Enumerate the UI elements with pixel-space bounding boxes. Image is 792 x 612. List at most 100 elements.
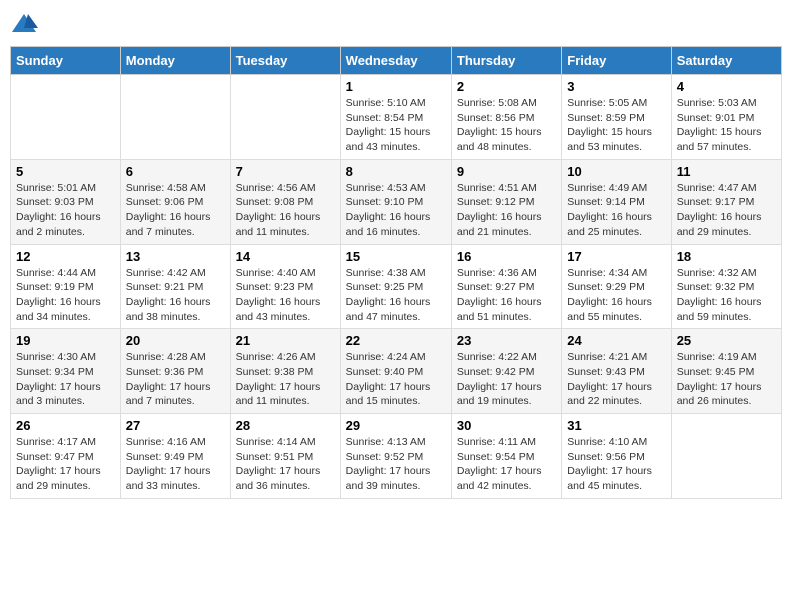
day-number: 14: [236, 249, 335, 264]
calendar-cell: 8 Sunrise: 4:53 AM Sunset: 9:10 PM Daylig…: [340, 159, 451, 244]
calendar-cell: 25 Sunrise: 4:19 AM Sunset: 9:45 PM Dayli…: [671, 329, 781, 414]
day-info: Sunrise: 5:05 AM Sunset: 8:59 PM Dayligh…: [567, 96, 665, 155]
day-info: Sunrise: 4:58 AM Sunset: 9:06 PM Dayligh…: [126, 181, 225, 240]
day-info: Sunrise: 4:30 AM Sunset: 9:34 PM Dayligh…: [16, 350, 115, 409]
calendar-cell: 5 Sunrise: 5:01 AM Sunset: 9:03 PM Daylig…: [11, 159, 121, 244]
day-info: Sunrise: 4:40 AM Sunset: 9:23 PM Dayligh…: [236, 266, 335, 325]
day-info: Sunrise: 4:44 AM Sunset: 9:19 PM Dayligh…: [16, 266, 115, 325]
calendar-header-row: SundayMondayTuesdayWednesdayThursdayFrid…: [11, 47, 782, 75]
calendar-cell: 26Sunrise: 4:17 AM Sunset: 9:47 PM Dayli…: [11, 414, 121, 499]
day-number: 16: [457, 249, 556, 264]
day-info: Sunrise: 4:14 AM Sunset: 9:51 PM Dayligh…: [236, 435, 335, 494]
day-info: Sunrise: 4:42 AM Sunset: 9:21 PM Dayligh…: [126, 266, 225, 325]
day-number: 27: [126, 418, 225, 433]
day-number: 21: [236, 333, 335, 348]
calendar-week-row: 26Sunrise: 4:17 AM Sunset: 9:47 PM Dayli…: [11, 414, 782, 499]
day-info: Sunrise: 4:56 AM Sunset: 9:08 PM Dayligh…: [236, 181, 335, 240]
day-info: Sunrise: 4:19 AM Sunset: 9:45 PM Dayligh…: [677, 350, 776, 409]
day-number: 30: [457, 418, 556, 433]
day-info: Sunrise: 4:38 AM Sunset: 9:25 PM Dayligh…: [346, 266, 446, 325]
day-info: Sunrise: 4:47 AM Sunset: 9:17 PM Dayligh…: [677, 181, 776, 240]
calendar-cell: 12 Sunrise: 4:44 AM Sunset: 9:19 PM Dayli…: [11, 244, 121, 329]
day-info: Sunrise: 4:26 AM Sunset: 9:38 PM Dayligh…: [236, 350, 335, 409]
calendar-cell: 7 Sunrise: 4:56 AM Sunset: 9:08 PM Daylig…: [230, 159, 340, 244]
day-number: 6: [126, 164, 225, 179]
calendar-week-row: 12 Sunrise: 4:44 AM Sunset: 9:19 PM Dayli…: [11, 244, 782, 329]
weekday-header: Tuesday: [230, 47, 340, 75]
calendar-cell: 22 Sunrise: 4:24 AM Sunset: 9:40 PM Dayli…: [340, 329, 451, 414]
day-info: Sunrise: 5:10 AM Sunset: 8:54 PM Dayligh…: [346, 96, 446, 155]
calendar-cell: 21 Sunrise: 4:26 AM Sunset: 9:38 PM Dayli…: [230, 329, 340, 414]
day-info: Sunrise: 4:17 AM Sunset: 9:47 PM Dayligh…: [16, 435, 115, 494]
day-info: Sunrise: 5:08 AM Sunset: 8:56 PM Dayligh…: [457, 96, 556, 155]
day-number: 9: [457, 164, 556, 179]
day-number: 8: [346, 164, 446, 179]
calendar-cell: 27 Sunrise: 4:16 AM Sunset: 9:49 PM Dayli…: [120, 414, 230, 499]
calendar-cell: 24 Sunrise: 4:21 AM Sunset: 9:43 PM Dayli…: [562, 329, 671, 414]
calendar-cell: 19 Sunrise: 4:30 AM Sunset: 9:34 PM Dayli…: [11, 329, 121, 414]
day-info: Sunrise: 4:32 AM Sunset: 9:32 PM Dayligh…: [677, 266, 776, 325]
calendar-cell: 28Sunrise: 4:14 AM Sunset: 9:51 PM Dayli…: [230, 414, 340, 499]
calendar-cell: 10 Sunrise: 4:49 AM Sunset: 9:14 PM Dayli…: [562, 159, 671, 244]
calendar-cell: [120, 75, 230, 160]
day-number: 7: [236, 164, 335, 179]
day-info: Sunrise: 4:53 AM Sunset: 9:10 PM Dayligh…: [346, 181, 446, 240]
day-info: Sunrise: 5:03 AM Sunset: 9:01 PM Dayligh…: [677, 96, 776, 155]
day-number: 24: [567, 333, 665, 348]
calendar-cell: 23Sunrise: 4:22 AM Sunset: 9:42 PM Dayli…: [451, 329, 561, 414]
calendar-body: 1 Sunrise: 5:10 AM Sunset: 8:54 PM Daylig…: [11, 75, 782, 499]
calendar-cell: 9Sunrise: 4:51 AM Sunset: 9:12 PM Daylig…: [451, 159, 561, 244]
weekday-header: Sunday: [11, 47, 121, 75]
day-number: 11: [677, 164, 776, 179]
day-info: Sunrise: 4:21 AM Sunset: 9:43 PM Dayligh…: [567, 350, 665, 409]
calendar-cell: 15Sunrise: 4:38 AM Sunset: 9:25 PM Dayli…: [340, 244, 451, 329]
day-info: Sunrise: 4:11 AM Sunset: 9:54 PM Dayligh…: [457, 435, 556, 494]
day-info: Sunrise: 5:01 AM Sunset: 9:03 PM Dayligh…: [16, 181, 115, 240]
day-info: Sunrise: 4:16 AM Sunset: 9:49 PM Dayligh…: [126, 435, 225, 494]
calendar-cell: 11 Sunrise: 4:47 AM Sunset: 9:17 PM Dayli…: [671, 159, 781, 244]
day-number: 3: [567, 79, 665, 94]
calendar-cell: [11, 75, 121, 160]
day-info: Sunrise: 4:28 AM Sunset: 9:36 PM Dayligh…: [126, 350, 225, 409]
day-number: 29: [346, 418, 446, 433]
calendar-cell: 1 Sunrise: 5:10 AM Sunset: 8:54 PM Daylig…: [340, 75, 451, 160]
day-number: 31: [567, 418, 665, 433]
page-header: [10, 10, 782, 38]
day-info: Sunrise: 4:22 AM Sunset: 9:42 PM Dayligh…: [457, 350, 556, 409]
day-number: 19: [16, 333, 115, 348]
calendar-cell: 20 Sunrise: 4:28 AM Sunset: 9:36 PM Dayli…: [120, 329, 230, 414]
calendar-cell: [671, 414, 781, 499]
day-number: 5: [16, 164, 115, 179]
day-info: Sunrise: 4:10 AM Sunset: 9:56 PM Dayligh…: [567, 435, 665, 494]
calendar-cell: 17 Sunrise: 4:34 AM Sunset: 9:29 PM Dayli…: [562, 244, 671, 329]
day-number: 22: [346, 333, 446, 348]
day-info: Sunrise: 4:34 AM Sunset: 9:29 PM Dayligh…: [567, 266, 665, 325]
day-info: Sunrise: 4:13 AM Sunset: 9:52 PM Dayligh…: [346, 435, 446, 494]
calendar-week-row: 19 Sunrise: 4:30 AM Sunset: 9:34 PM Dayli…: [11, 329, 782, 414]
weekday-header: Saturday: [671, 47, 781, 75]
calendar-week-row: 5 Sunrise: 5:01 AM Sunset: 9:03 PM Daylig…: [11, 159, 782, 244]
calendar-cell: 30 Sunrise: 4:11 AM Sunset: 9:54 PM Dayli…: [451, 414, 561, 499]
logo-icon: [10, 10, 38, 38]
calendar-cell: 4Sunrise: 5:03 AM Sunset: 9:01 PM Daylig…: [671, 75, 781, 160]
calendar-cell: 13 Sunrise: 4:42 AM Sunset: 9:21 PM Dayli…: [120, 244, 230, 329]
calendar-cell: 3 Sunrise: 5:05 AM Sunset: 8:59 PM Daylig…: [562, 75, 671, 160]
weekday-header: Friday: [562, 47, 671, 75]
calendar-cell: 18 Sunrise: 4:32 AM Sunset: 9:32 PM Dayli…: [671, 244, 781, 329]
day-number: 10: [567, 164, 665, 179]
day-number: 17: [567, 249, 665, 264]
weekday-header: Monday: [120, 47, 230, 75]
weekday-header: Wednesday: [340, 47, 451, 75]
day-info: Sunrise: 4:36 AM Sunset: 9:27 PM Dayligh…: [457, 266, 556, 325]
day-info: Sunrise: 4:49 AM Sunset: 9:14 PM Dayligh…: [567, 181, 665, 240]
calendar-cell: 14 Sunrise: 4:40 AM Sunset: 9:23 PM Dayli…: [230, 244, 340, 329]
day-number: 20: [126, 333, 225, 348]
logo: [10, 10, 42, 38]
day-number: 18: [677, 249, 776, 264]
day-number: 12: [16, 249, 115, 264]
day-info: Sunrise: 4:24 AM Sunset: 9:40 PM Dayligh…: [346, 350, 446, 409]
day-number: 13: [126, 249, 225, 264]
day-number: 1: [346, 79, 446, 94]
calendar-cell: 31 Sunrise: 4:10 AM Sunset: 9:56 PM Dayli…: [562, 414, 671, 499]
day-number: 25: [677, 333, 776, 348]
